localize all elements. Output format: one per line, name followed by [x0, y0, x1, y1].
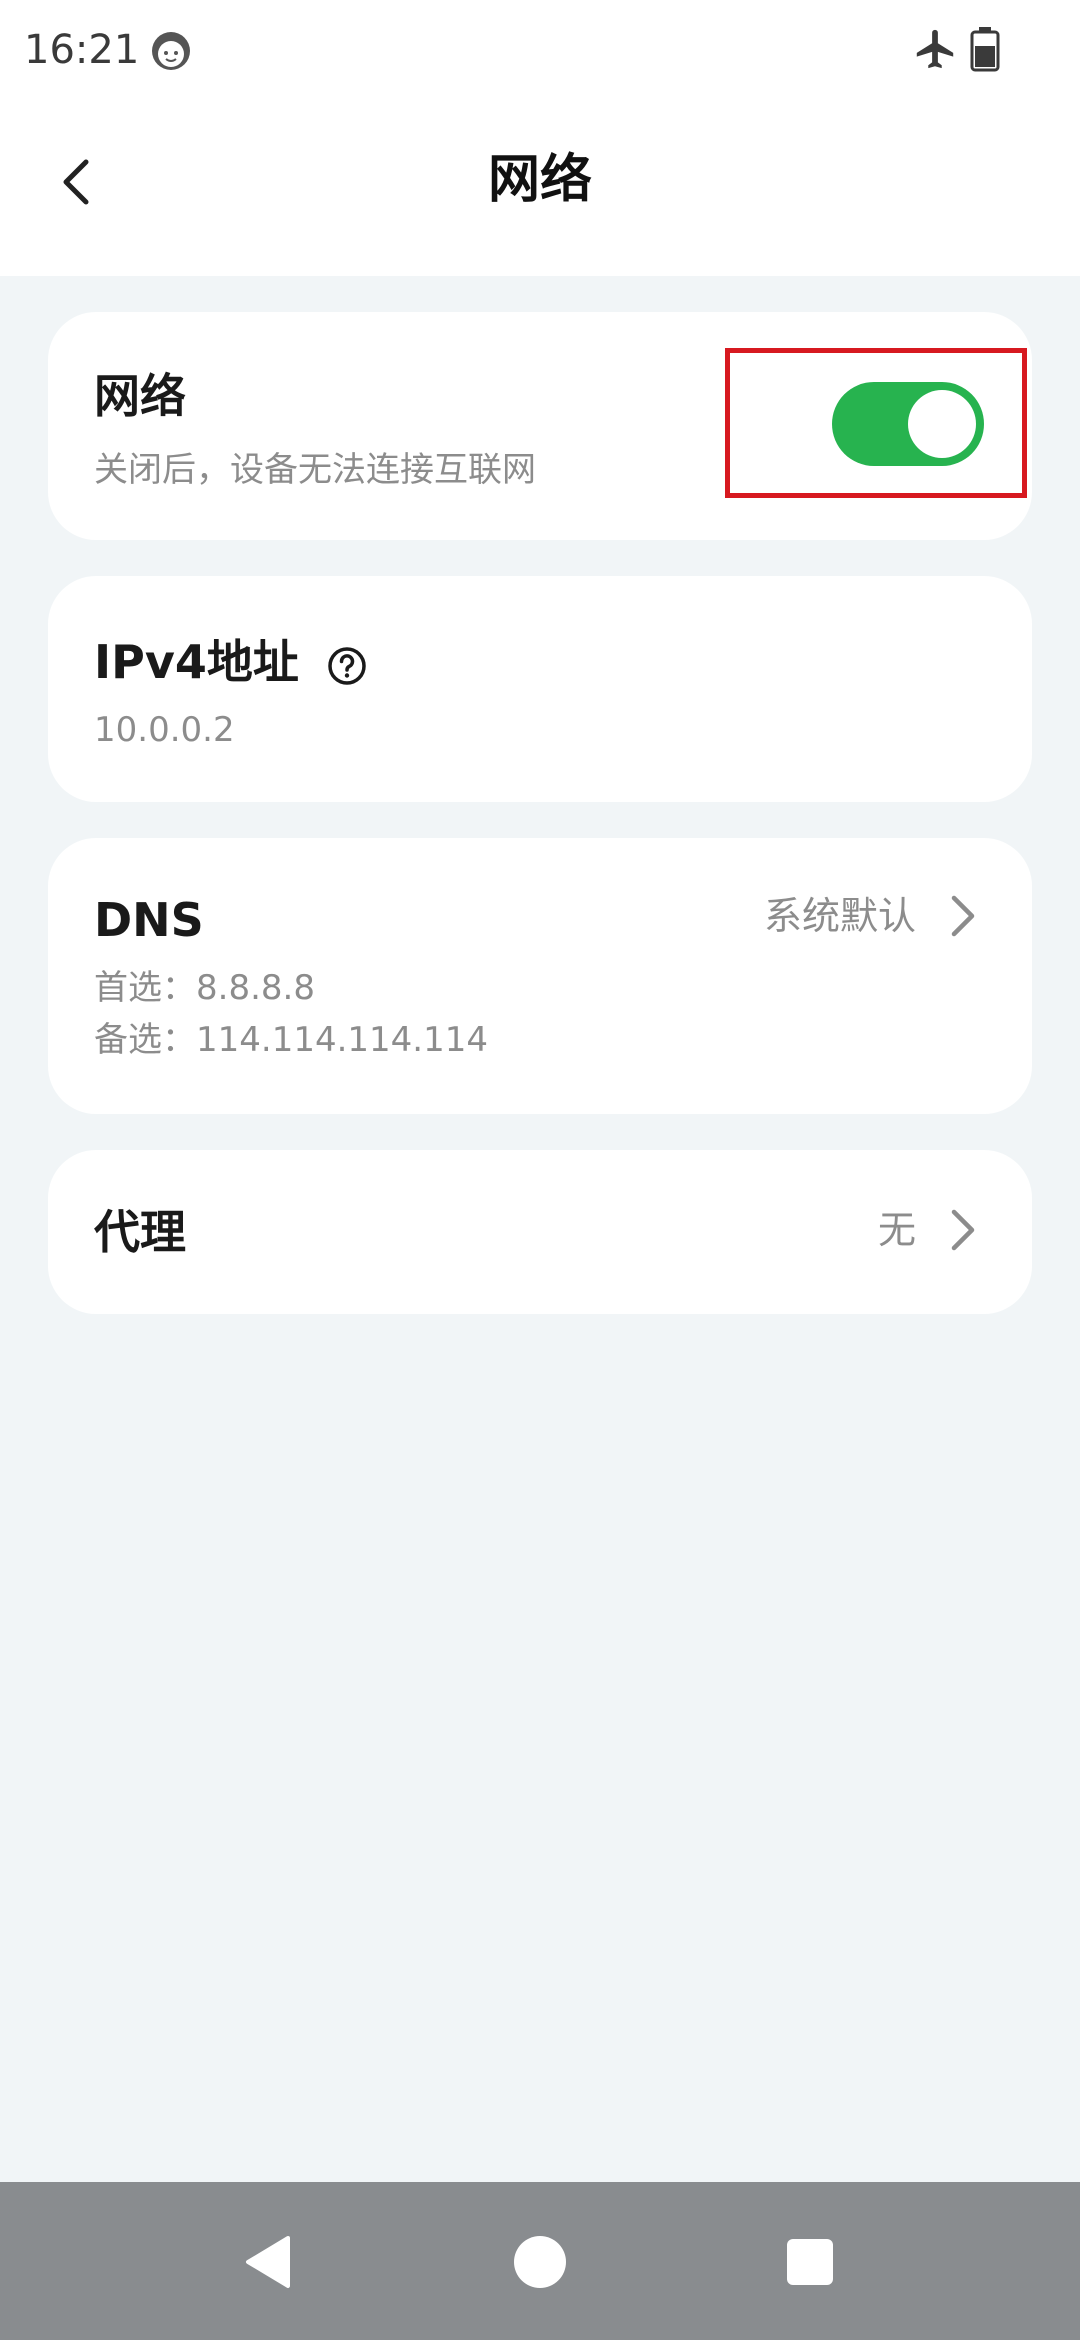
triangle-back-icon	[246, 2236, 290, 2288]
nav-recents-button[interactable]	[770, 2222, 850, 2302]
dns-primary: 首选：8.8.8.8	[94, 968, 315, 1008]
proxy-value: 无	[877, 1208, 916, 1252]
network-card: 网络 关闭后，设备无法连接互联网	[48, 312, 1032, 540]
network-title: 网络	[94, 369, 186, 423]
ipv4-title-row: IPv4地址	[94, 634, 367, 690]
status-bar: 16:21	[0, 0, 1080, 100]
ipv4-value: 10.0.0.2	[94, 710, 235, 750]
battery-icon	[970, 27, 1000, 72]
ipv4-card: IPv4地址 10.0.0.2	[48, 576, 1032, 802]
nav-back-button[interactable]	[228, 2222, 308, 2302]
toggle-knob	[908, 390, 976, 458]
dns-title: DNS	[94, 893, 204, 947]
network-subtitle: 关闭后，设备无法连接互联网	[94, 450, 536, 490]
ipv4-title: IPv4地址	[94, 635, 299, 689]
proxy-title: 代理	[94, 1205, 186, 1259]
status-time: 16:21	[24, 27, 140, 73]
chevron-right-icon	[951, 895, 975, 937]
network-toggle[interactable]	[832, 382, 984, 466]
header: 网络	[0, 100, 1080, 276]
circle-home-icon	[514, 2236, 566, 2288]
square-recents-icon	[787, 2239, 833, 2285]
dns-mode: 系统默认	[763, 894, 916, 938]
navigation-bar	[0, 2182, 1080, 2340]
proxy-card[interactable]: 代理 无	[48, 1150, 1032, 1314]
dns-card[interactable]: DNS 系统默认 首选：8.8.8.8 备选：114.114.114.114	[48, 838, 1032, 1114]
face-icon	[152, 32, 190, 70]
help-icon[interactable]	[327, 646, 367, 686]
page-title: 网络	[487, 150, 592, 210]
chevron-right-icon	[951, 1209, 975, 1251]
airplane-mode-icon	[916, 29, 954, 69]
dns-secondary: 备选：114.114.114.114	[94, 1020, 489, 1060]
nav-home-button[interactable]	[500, 2222, 580, 2302]
screen: 16:21 网络 网络 关闭后，设备无法连接互联网 IPv4地址 10.0.0.…	[0, 0, 1080, 2340]
